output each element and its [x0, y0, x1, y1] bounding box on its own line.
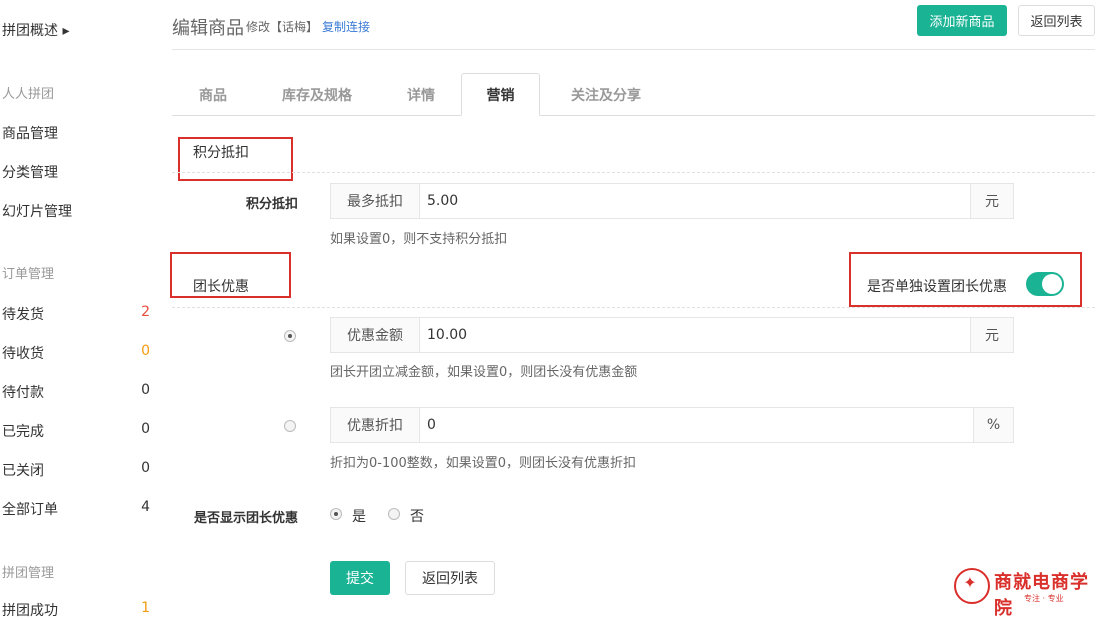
caret-right-icon: ▸ — [62, 23, 70, 39]
edit-note: 修改【话梅】 — [246, 20, 319, 34]
help-text: 如果设置0，则不支持积分抵扣 — [330, 232, 508, 247]
sidebar: 拼团概述 ▸ 人人拼团 商品管理 分类管理 幻灯片管理 订单管理 待发货 2 待收… — [0, 0, 160, 619]
sidebar-item-completed[interactable]: 已完成 0 — [2, 421, 150, 441]
radio-show-no[interactable] — [388, 508, 400, 520]
sidebar-item-closed[interactable]: 已关闭 0 — [2, 460, 150, 480]
radio-show-yes[interactable] — [330, 508, 342, 520]
tab-stock-spec[interactable]: 库存及规格 — [282, 85, 352, 105]
sidebar-item-to-receive[interactable]: 待收货 0 — [2, 343, 150, 363]
toggle-knob — [1042, 274, 1062, 294]
add-product-button[interactable]: 添加新商品 — [917, 5, 1007, 36]
logo-tagline: 专注 · 专业 — [1024, 594, 1064, 603]
brand-logo: ✦ 商就电商学院 专注 · 专业 — [952, 566, 1102, 619]
field-label-points: 积分抵扣 — [245, 197, 298, 212]
sidebar-item-to-ship[interactable]: 待发货 2 — [2, 304, 150, 324]
help-text: 折扣为0-100整数，如果设置0，则团长没有优惠折扣 — [330, 456, 637, 471]
tab-follow-share[interactable]: 关注及分享 — [571, 85, 641, 105]
sidebar-title[interactable]: 拼团概述 ▸ — [2, 20, 69, 40]
count-badge: 0 — [141, 343, 150, 359]
count-badge: 0 — [141, 382, 150, 398]
highlight-box — [178, 137, 293, 181]
radio-label-yes: 是 — [352, 509, 366, 525]
back-to-list-button[interactable]: 返回列表 — [1018, 5, 1095, 36]
sidebar-item-categories[interactable]: 分类管理 — [2, 162, 150, 182]
tab-marketing[interactable]: 营销 — [461, 73, 540, 116]
divider — [172, 172, 1095, 173]
tab-product[interactable]: 商品 — [199, 85, 227, 105]
sidebar-item-group-success[interactable]: 拼团成功 1 — [2, 600, 150, 620]
leader-discount-toggle[interactable] — [1026, 272, 1064, 296]
points-input-group: 最多抵扣 5.00 元 — [330, 183, 1014, 219]
sidebar-item-products[interactable]: 商品管理 — [2, 123, 150, 143]
sidebar-item-all-orders[interactable]: 全部订单 4 — [2, 499, 150, 519]
count-badge: 0 — [141, 421, 150, 437]
sidebar-item-slides[interactable]: 幻灯片管理 — [2, 201, 150, 221]
sidebar-group-title: 订单管理 — [2, 267, 55, 282]
submit-button[interactable]: 提交 — [330, 561, 390, 595]
count-badge: 0 — [141, 460, 150, 476]
radio-discount[interactable] — [284, 420, 296, 432]
divider — [172, 49, 1095, 50]
radio-amount[interactable] — [284, 330, 296, 342]
tabs-divider — [172, 115, 1095, 116]
sidebar-group-title: 拼团管理 — [2, 566, 55, 581]
count-badge: 1 — [141, 600, 150, 616]
sidebar-group-title: 人人拼团 — [2, 87, 55, 102]
input-addon: 优惠金额 — [331, 318, 420, 352]
input-addon: 优惠折扣 — [331, 408, 420, 442]
count-badge: 4 — [141, 499, 150, 515]
leader-toggle-label: 是否单独设置团长优惠 — [867, 279, 1007, 295]
input-addon: 最多抵扣 — [331, 184, 420, 218]
help-text: 团长开团立减金额，如果设置0，则团长没有优惠金额 — [330, 365, 638, 380]
radio-label-no: 否 — [410, 509, 424, 525]
page-title: 编辑商品 — [172, 18, 244, 39]
logo-mark-icon: ✦ — [963, 573, 977, 592]
discount-rate-input[interactable]: 0 — [420, 408, 973, 442]
sidebar-item-to-pay[interactable]: 待付款 0 — [2, 382, 150, 402]
unit-addon: % — [973, 408, 1013, 442]
field-label-show-leader: 是否显示团长优惠 — [193, 511, 298, 526]
amount-input-group: 优惠金额 10.00 元 — [330, 317, 1014, 353]
discount-amount-input[interactable]: 10.00 — [420, 318, 970, 352]
copy-link[interactable]: 复制连接 — [322, 18, 370, 35]
discount-input-group: 优惠折扣 0 % — [330, 407, 1014, 443]
highlight-box — [170, 252, 291, 298]
unit-addon: 元 — [970, 184, 1013, 218]
unit-addon: 元 — [970, 318, 1013, 352]
divider — [172, 307, 1095, 308]
tab-details[interactable]: 详情 — [407, 85, 435, 105]
points-max-input[interactable]: 5.00 — [420, 184, 970, 218]
back-to-list-button[interactable]: 返回列表 — [405, 561, 495, 595]
count-badge: 2 — [141, 304, 150, 320]
